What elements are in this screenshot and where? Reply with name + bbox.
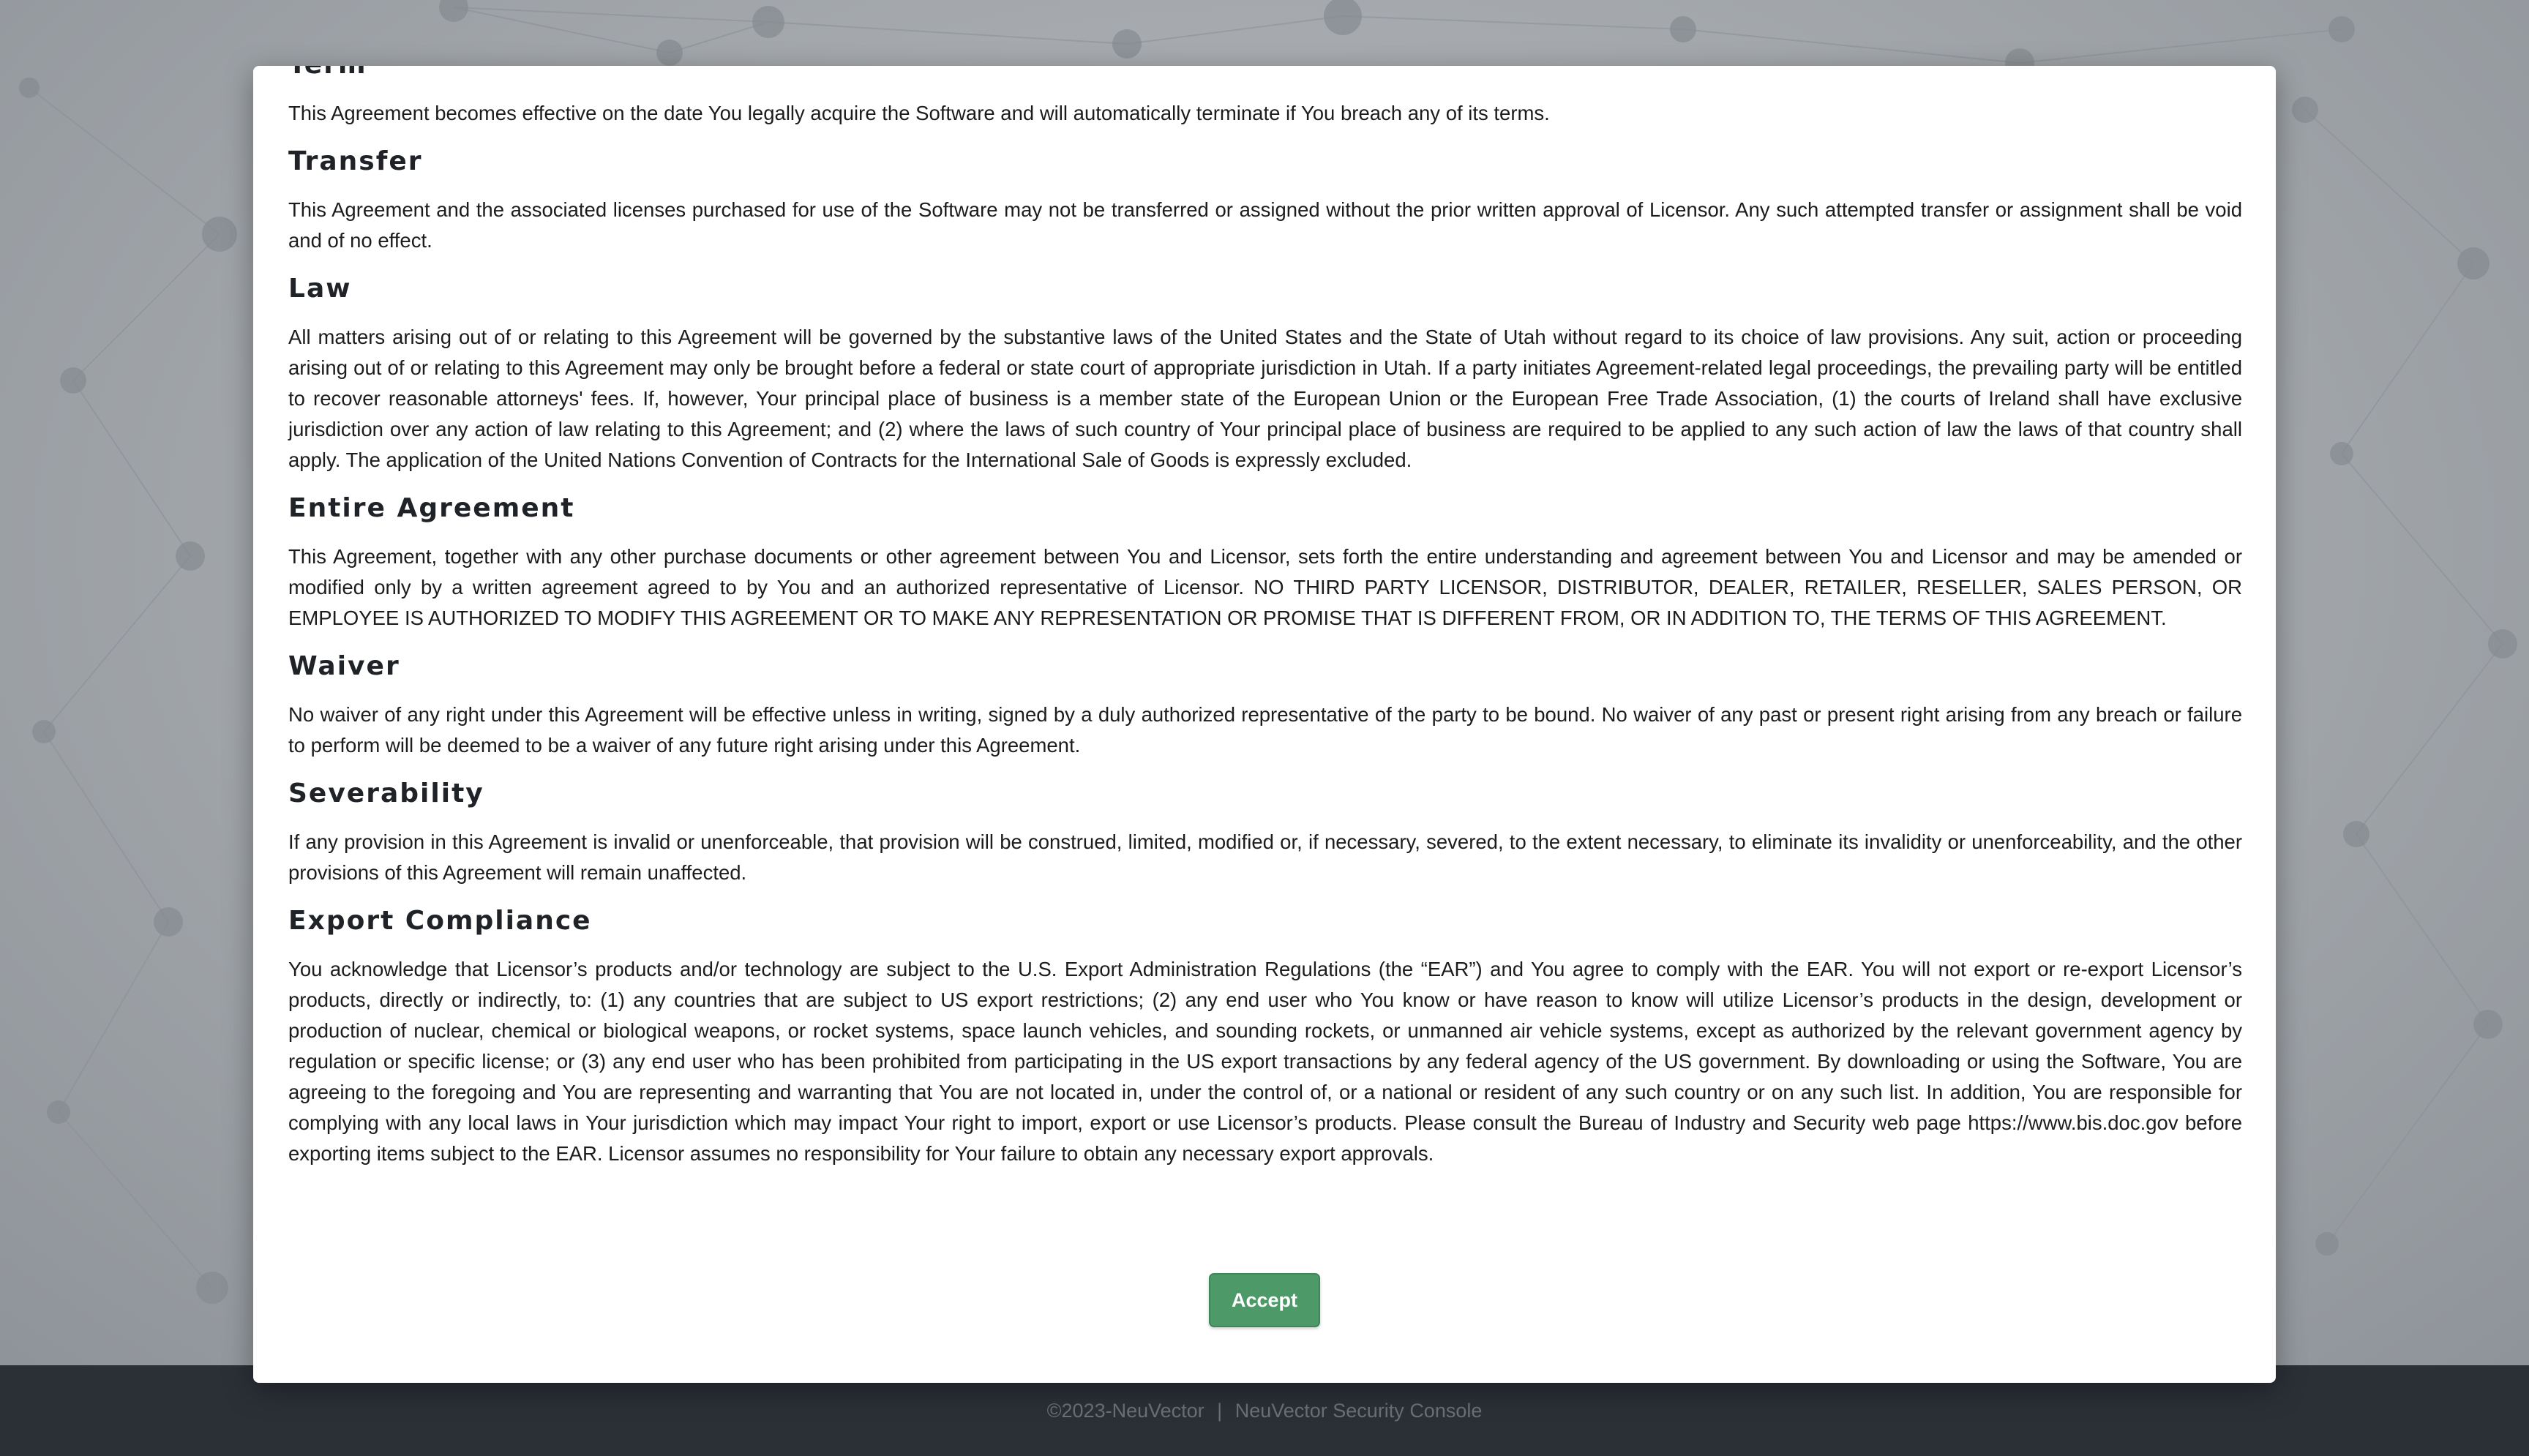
eula-content[interactable]: Term This Agreement becomes effective on… <box>288 66 2242 1184</box>
section-title-entire-agreement: Entire Agreement <box>288 493 575 523</box>
section-text-waiver: No waiver of any right under this Agreem… <box>288 703 2242 757</box>
section-title-severability: Severability <box>288 778 484 808</box>
dialog-actions: Accept <box>253 1273 2276 1327</box>
section-title-waiver: Waiver <box>288 651 400 681</box>
section-title-law: Law <box>288 274 352 304</box>
section-title-transfer: Transfer <box>288 146 423 176</box>
section-title-term: Term <box>288 66 2242 83</box>
section-text-term: This Agreement becomes effective on the … <box>288 102 1550 124</box>
accept-button[interactable]: Accept <box>1209 1273 1320 1327</box>
section-title-export-compliance: Export Compliance <box>288 906 592 936</box>
eula-dialog: Term This Agreement becomes effective on… <box>253 66 2276 1383</box>
section-text-transfer: This Agreement and the associated licens… <box>288 198 2242 252</box>
section-text-export-compliance: You acknowledge that Licensor’s products… <box>288 958 2242 1165</box>
footer-product-name: NeuVector Security Console <box>1234 1399 1483 1422</box>
footer-text: ©2023-NeuVector | NeuVector Security Con… <box>1047 1400 1483 1422</box>
section-text-entire-agreement: This Agreement, together with any other … <box>288 545 2242 629</box>
footer-copyright: ©2023-NeuVector <box>1046 1399 1204 1422</box>
footer-separator: | <box>1217 1399 1223 1422</box>
section-text-law: All matters arising out of or relating t… <box>288 326 2242 471</box>
section-text-severability: If any provision in this Agreement is in… <box>288 830 2242 884</box>
